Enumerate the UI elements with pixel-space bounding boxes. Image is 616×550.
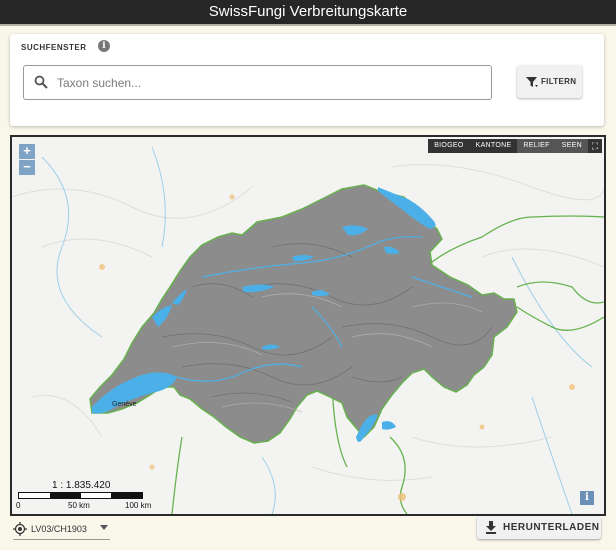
map-info-icon[interactable]: i — [580, 491, 594, 505]
scale-bar — [18, 492, 143, 499]
download-button-label: HERUNTERLADEN — [503, 522, 600, 533]
city-label-geneve: Genève — [112, 401, 137, 408]
scale-label-50km: 50 km — [68, 501, 90, 510]
filter-button-label: FILTERN — [541, 77, 577, 86]
search-panel: SUCHFENSTER i FILTERN — [10, 34, 604, 126]
filter-icon — [526, 77, 538, 87]
crs-value: LV03/CH1903 — [31, 524, 87, 534]
scale-ratio: 1 : 1.835.420 — [52, 480, 111, 491]
search-icon — [34, 75, 48, 89]
relief-map[interactable]: Genève — [12, 137, 604, 514]
search-panel-title: SUCHFENSTER — [21, 43, 87, 52]
scale-label-0: 0 — [16, 501, 21, 510]
layer-biogeo-button[interactable]: BIOGEO — [428, 139, 469, 153]
crs-underline — [13, 539, 110, 540]
info-icon[interactable]: i — [98, 40, 110, 52]
layer-seen-button[interactable]: SEEN — [555, 139, 588, 153]
layer-switcher: BIOGEO KANTONE RELIEF SEEN ⛶ — [428, 139, 602, 153]
zoom-out-button[interactable]: − — [19, 160, 35, 175]
taxon-search-input[interactable] — [55, 72, 479, 94]
chevron-down-icon — [100, 525, 108, 530]
zoom-in-button[interactable]: + — [19, 144, 35, 159]
scale-label-100km: 100 km — [125, 501, 152, 510]
filter-button[interactable]: FILTERN — [517, 65, 582, 98]
download-icon — [486, 521, 496, 534]
layer-relief-button[interactable]: RELIEF — [517, 139, 556, 153]
app-title: SwissFungi Verbreitungskarte — [208, 3, 408, 20]
title-divider — [0, 24, 616, 26]
fullscreen-icon[interactable]: ⛶ — [588, 139, 602, 153]
map-view[interactable]: Genève + − BIOGEO KANTONE RELIEF SEEN ⛶ … — [10, 135, 606, 516]
app-title-bar: SwissFungi Verbreitungskarte — [0, 0, 616, 26]
download-button[interactable]: HERUNTERLADEN — [477, 516, 601, 539]
crosshair-icon — [13, 522, 27, 536]
search-box[interactable] — [23, 65, 492, 100]
layer-kantone-button[interactable]: KANTONE — [470, 139, 518, 153]
